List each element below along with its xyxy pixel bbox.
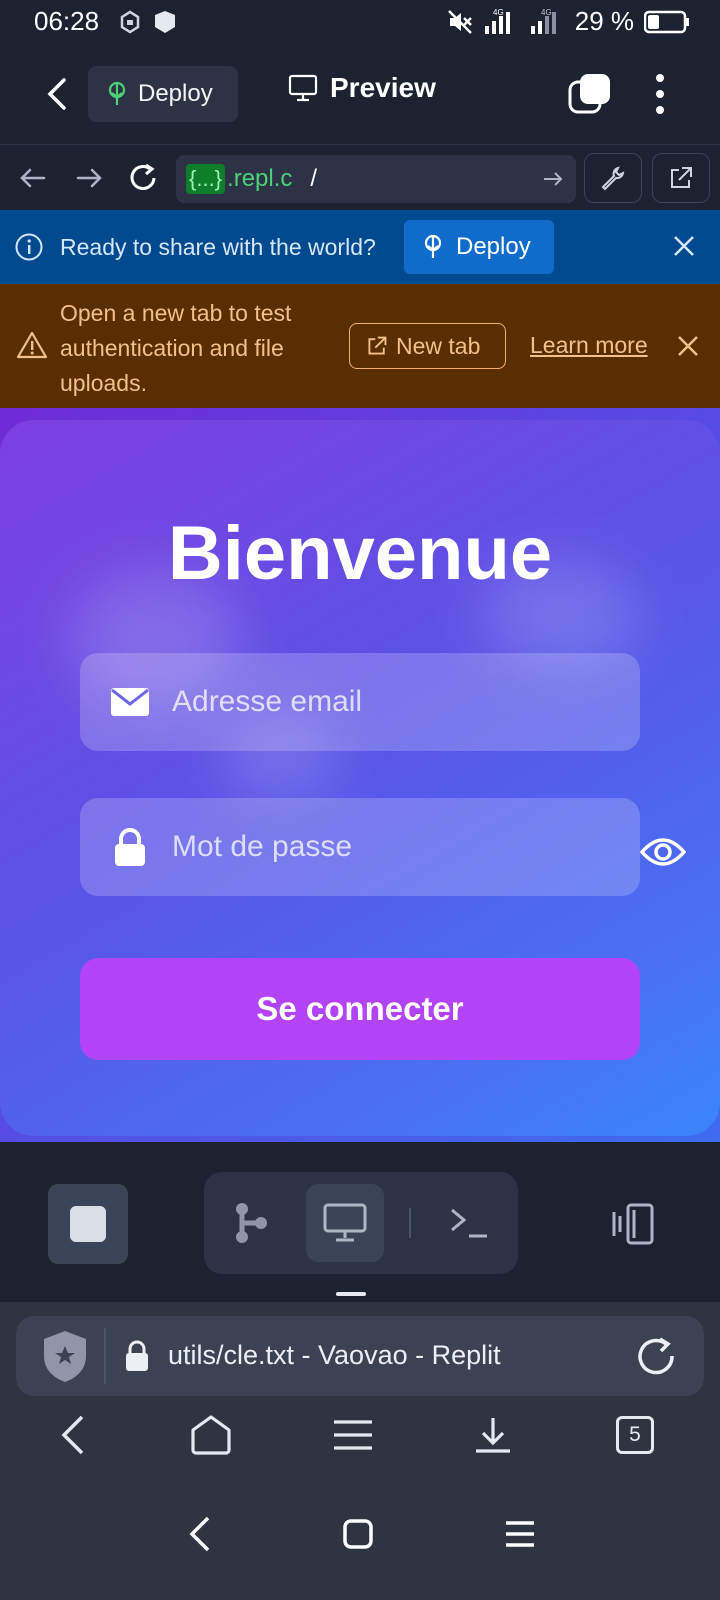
download-icon (476, 1418, 510, 1453)
tab-switcher-button[interactable]: 5 (610, 1410, 660, 1460)
url-path: / (310, 165, 318, 192)
reload-icon[interactable] (634, 1334, 678, 1378)
close-icon[interactable] (676, 334, 700, 358)
system-recents-button[interactable] (498, 1512, 542, 1556)
new-tab-button[interactable]: New tab (349, 323, 506, 369)
preview-webview: Bienvenue Adresse email Mot de passe Se … (0, 408, 720, 1142)
webview-url-input[interactable]: {...} .repl.c / (176, 155, 576, 203)
downloads-button[interactable] (468, 1410, 518, 1460)
password-field[interactable]: Mot de passe (80, 798, 640, 896)
open-external-button[interactable] (652, 153, 710, 203)
password-placeholder: Mot de passe (172, 830, 353, 863)
tab-git[interactable] (212, 1184, 290, 1262)
browser-back-button[interactable] (48, 1410, 98, 1460)
preview-tab-label: Preview (330, 72, 436, 103)
system-menu-icon (506, 1521, 534, 1547)
lock-icon (110, 827, 150, 867)
newtab-warning-banner: Open a new tab to test authentication an… (0, 284, 720, 408)
login-button[interactable]: Se connecter (80, 958, 640, 1060)
email-field[interactable]: Adresse email (80, 653, 640, 751)
deploy-banner: Ready to share with the world? Deploy (0, 210, 720, 284)
monitor-icon (288, 74, 318, 102)
warning-icon (16, 331, 48, 359)
tab-count: 5 (616, 1416, 654, 1454)
chevron-left-icon (61, 1415, 84, 1455)
clock: 06:28 (34, 6, 100, 36)
browser-url-text: utils/cle.txt - Vaovao - Replit (168, 1340, 501, 1370)
view-switcher (204, 1172, 518, 1274)
system-back-icon (189, 1516, 210, 1552)
git-icon (236, 1203, 267, 1243)
stop-icon (70, 1206, 106, 1242)
deploy-tab-label: Deploy (138, 80, 213, 107)
mute-icon (447, 9, 472, 34)
tab-shell[interactable] (430, 1184, 508, 1262)
notification-icons (118, 9, 178, 35)
segment-divider (409, 1208, 411, 1238)
address-divider (104, 1328, 106, 1384)
back-icon[interactable] (40, 74, 76, 114)
login-card: Bienvenue Adresse email Mot de passe Se … (0, 420, 720, 1136)
battery-icon (644, 10, 689, 33)
menu-button[interactable] (328, 1410, 378, 1460)
drag-handle[interactable] (336, 1292, 366, 1296)
info-icon (15, 233, 43, 261)
banner-deploy-button[interactable]: Deploy (404, 220, 554, 274)
warning-text: Open a new tab to test authentication an… (60, 300, 292, 396)
learn-more-link[interactable]: Learn more (530, 332, 648, 359)
network-type-label-2: 4G (541, 8, 552, 17)
system-home-button[interactable] (336, 1512, 380, 1556)
external-link-icon (671, 167, 692, 188)
login-title: Bienvenue (167, 511, 553, 596)
wrench-icon (601, 166, 625, 191)
monitor-icon (323, 1203, 367, 1242)
preview-tab[interactable]: Preview (288, 72, 436, 104)
signal-icon: 4G (484, 8, 510, 34)
deploy-icon (424, 234, 442, 258)
hamburger-icon (334, 1420, 372, 1450)
external-link-icon (368, 336, 387, 355)
system-back-button[interactable] (178, 1512, 222, 1556)
home-button[interactable] (186, 1410, 236, 1460)
webview-back-icon[interactable] (16, 161, 50, 195)
webview-url-row: {...} .repl.c / (0, 144, 720, 210)
deploy-banner-text: Ready to share with the world? (60, 234, 376, 260)
show-password-icon[interactable] (640, 834, 686, 870)
email-placeholder: Adresse email (172, 685, 363, 718)
more-options-icon[interactable] (652, 72, 668, 116)
webview-forward-icon[interactable] (72, 161, 106, 195)
browser-address-bar[interactable]: utils/cle.txt - Vaovao - Replit (16, 1316, 704, 1396)
system-status: 4G 4G 29 % (447, 6, 690, 37)
lock-icon (126, 1340, 148, 1371)
stop-button[interactable] (48, 1184, 128, 1264)
replit-bottom-bar (0, 1142, 720, 1302)
deploy-tab[interactable]: Deploy (88, 66, 238, 122)
tab-webview[interactable] (306, 1184, 384, 1262)
shield-icon[interactable] (40, 1328, 90, 1384)
system-home-icon (343, 1519, 373, 1549)
signal-icon-2: 4G (530, 8, 556, 34)
deploy-icon (108, 81, 126, 105)
reload-icon[interactable] (126, 161, 160, 195)
envelope-icon (110, 682, 150, 722)
tabs-icon[interactable] (568, 74, 612, 114)
device-layout-icon[interactable] (610, 1202, 658, 1246)
close-icon[interactable] (672, 234, 696, 258)
go-arrow-icon[interactable] (542, 168, 564, 190)
browser-bottom-bar: utils/cle.txt - Vaovao - Replit 5 (0, 1302, 720, 1600)
devtools-button[interactable] (584, 153, 642, 203)
app-icon (120, 10, 140, 34)
terminal-icon (451, 1208, 487, 1238)
shield-app-icon (155, 11, 175, 33)
home-icon (191, 1415, 231, 1455)
new-tab-label: New tab (396, 332, 481, 359)
banner-deploy-label: Deploy (456, 233, 531, 260)
app-header: Deploy Preview (0, 44, 720, 144)
status-bar: 06:28 4G 4G 29 % (0, 0, 720, 44)
url-token: {...} (186, 164, 226, 194)
network-type-label: 4G (493, 8, 504, 17)
url-domain: .repl.c (227, 165, 293, 192)
battery-percent: 29 % (574, 6, 634, 36)
